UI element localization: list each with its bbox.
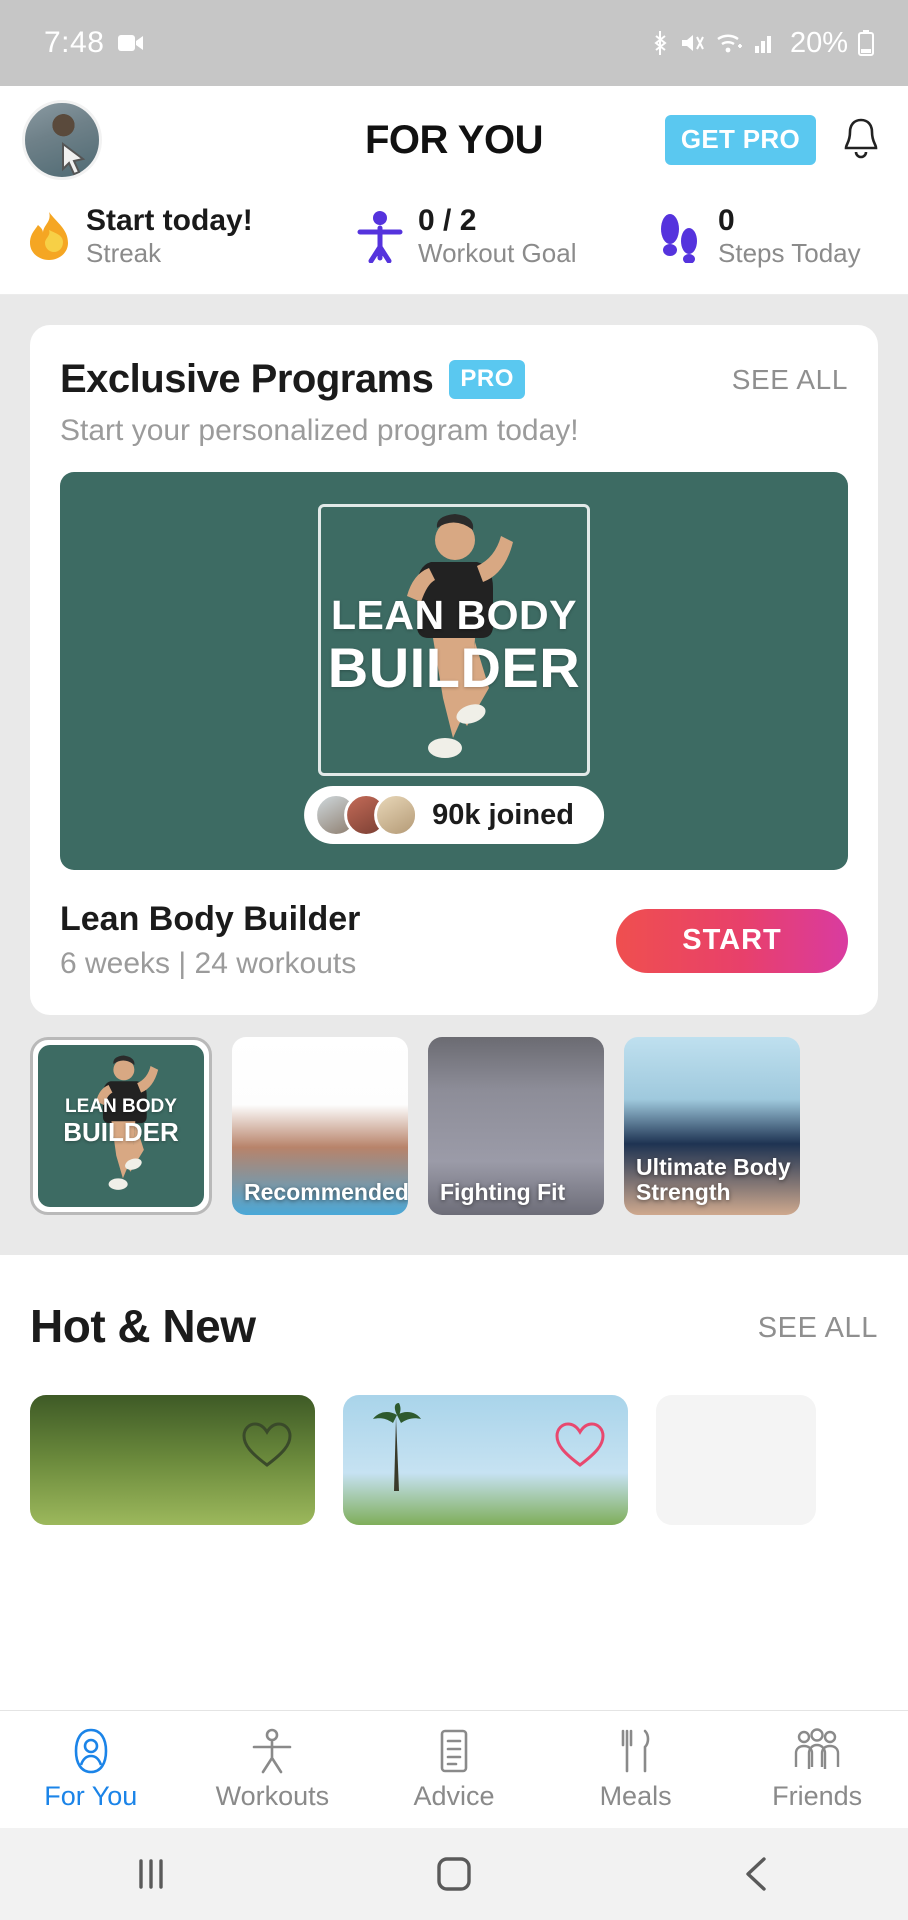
thumbnail-label-line1: LEAN BODY: [65, 1096, 177, 1118]
stat-steps-text: 0 Steps Today: [718, 204, 861, 268]
stat-steps[interactable]: 0 Steps Today: [656, 204, 882, 268]
get-pro-button[interactable]: GET PRO: [664, 115, 816, 165]
stat-label: Streak: [86, 237, 162, 268]
footsteps-icon: [656, 209, 704, 264]
joined-avatar: [374, 793, 419, 838]
stats-row: Start today! Streak 0 / 2 Workout Goal 0…: [0, 194, 908, 296]
start-button[interactable]: START: [616, 908, 848, 973]
home-icon[interactable]: [303, 1855, 606, 1893]
program-name: Lean Body Builder: [60, 900, 361, 939]
stat-value: 0: [718, 204, 735, 237]
thumbnail-label: Fighting Fit: [440, 1179, 566, 1206]
stat-value: 0 / 2: [418, 204, 477, 237]
recents-icon[interactable]: [0, 1857, 303, 1891]
nav-label: Advice: [413, 1781, 495, 1811]
status-time: 7:48: [44, 26, 105, 59]
stat-workout-goal[interactable]: 0 / 2 Workout Goal: [356, 204, 656, 268]
document-lines-icon: [440, 1729, 468, 1773]
notifications-bell-icon[interactable]: [838, 116, 884, 164]
exclusive-subtitle: Start your personalized program today!: [60, 414, 579, 448]
app-screen: 7:48 20% FOR YOU GET PRO Start today! St…: [0, 0, 908, 1920]
stat-streak[interactable]: Start today! Streak: [26, 204, 356, 268]
system-navigation-bar: [0, 1828, 908, 1920]
thumbnail-lean-body-builder[interactable]: LEAN BODY BUILDER: [30, 1037, 212, 1216]
program-thumbnail-strip[interactable]: LEAN BODY BUILDER Recommended Fighting F…: [0, 1015, 908, 1255]
mouse-cursor-icon: [62, 142, 86, 176]
nav-item-advice[interactable]: Advice: [363, 1727, 545, 1812]
nav-item-meals[interactable]: Meals: [545, 1727, 727, 1812]
exclusive-header: Exclusive Programs PRO SEE ALL: [60, 357, 848, 402]
header-actions: GET PRO: [664, 115, 884, 165]
stat-workout-text: 0 / 2 Workout Goal: [418, 204, 576, 268]
hot-and-new-see-all-link[interactable]: SEE ALL: [758, 1312, 878, 1353]
hero-program-label: LEAN BODY BUILDER: [60, 592, 848, 699]
stretching-person-icon: [253, 1728, 292, 1774]
app-header: FOR YOU GET PRO: [0, 86, 908, 194]
thumbnail-recommended[interactable]: Recommended: [232, 1037, 408, 1216]
nav-label: Workouts: [215, 1781, 330, 1811]
hot-new-card[interactable]: [343, 1395, 628, 1526]
mute-icon: [680, 31, 706, 55]
status-bar-right: 20%: [650, 27, 874, 60]
stat-label: Workout Goal: [418, 237, 577, 268]
stat-streak-text: Start today! Streak: [86, 204, 253, 268]
nav-label: For You: [44, 1781, 138, 1811]
pro-badge: PRO: [449, 360, 525, 400]
screen-record-icon: [118, 33, 144, 53]
program-text: Lean Body Builder 6 weeks | 24 workouts: [60, 900, 360, 981]
fork-knife-icon: [621, 1729, 649, 1773]
thumbnail-inner: LEAN BODY BUILDER: [38, 1045, 204, 1208]
thumbnail-label: Ultimate Body Strength: [636, 1153, 791, 1206]
hot-and-new-section: Hot & New SEE ALL: [0, 1255, 908, 1526]
palm-tree-illustration: [373, 1403, 421, 1492]
hot-new-card[interactable]: [30, 1395, 315, 1526]
flame-icon: [26, 210, 72, 262]
nav-item-for-you[interactable]: For You: [0, 1727, 182, 1812]
joined-avatars: [314, 793, 419, 838]
program-summary-row: Lean Body Builder 6 weeks | 24 workouts …: [60, 900, 848, 981]
person-circle-icon: [74, 1728, 108, 1774]
exclusive-title: Exclusive Programs: [60, 357, 434, 402]
favorite-heart-icon[interactable]: [241, 1421, 293, 1469]
back-icon[interactable]: [605, 1855, 908, 1893]
joined-count-label: 90k joined: [432, 798, 574, 831]
thumbnail-label: Recommended: [244, 1179, 408, 1206]
hot-and-new-header: Hot & New SEE ALL: [30, 1299, 878, 1353]
signal-icon: [754, 32, 776, 54]
status-bar-left: 7:48: [44, 26, 144, 60]
thumbnail-label-line2: BUILDER: [63, 1116, 179, 1147]
hot-and-new-title: Hot & New: [30, 1300, 256, 1353]
joined-pill: 90k joined: [304, 786, 604, 845]
bottom-navigation-area: For You Workouts Advice Meals Friends: [0, 1710, 908, 1920]
nav-item-friends[interactable]: Friends: [726, 1727, 908, 1812]
nav-item-workouts[interactable]: Workouts: [182, 1727, 364, 1812]
program-meta: 6 weeks | 24 workouts: [60, 947, 357, 981]
person-stretch-icon: [356, 209, 404, 264]
nav-label: Meals: [599, 1781, 672, 1811]
exclusive-programs-card: Exclusive Programs PRO SEE ALL Start you…: [30, 325, 878, 1016]
content-area: Exclusive Programs PRO SEE ALL Start you…: [0, 295, 908, 1526]
favorite-heart-icon[interactable]: [554, 1421, 606, 1469]
thumbnail-ultimate-body-strength[interactable]: Ultimate Body Strength: [624, 1037, 800, 1216]
battery-icon: [858, 30, 874, 56]
status-bar: 7:48 20%: [0, 0, 908, 86]
hero-program-banner[interactable]: LEAN BODY BUILDER 90k joined: [60, 472, 848, 871]
thumbnail-label: LEAN BODY BUILDER: [38, 1097, 204, 1146]
avatar[interactable]: [22, 100, 102, 180]
stat-label: Steps Today: [718, 237, 861, 268]
hot-new-card[interactable]: [656, 1395, 816, 1526]
bottom-nav-bar: For You Workouts Advice Meals Friends: [0, 1710, 908, 1828]
nav-label: Friends: [772, 1781, 863, 1811]
hot-and-new-cards: [30, 1395, 878, 1526]
exclusive-see-all-link[interactable]: SEE ALL: [732, 364, 848, 396]
people-group-icon: [794, 1728, 840, 1769]
battery-percent: 20%: [789, 26, 848, 59]
stat-value: Start today!: [86, 204, 253, 237]
thumbnail-fighting-fit[interactable]: Fighting Fit: [428, 1037, 604, 1216]
hero-label-line1: LEAN BODY: [331, 592, 577, 639]
wifi-icon: [716, 32, 744, 54]
hero-label-line2: BUILDER: [327, 635, 581, 699]
bluetooth-icon: [650, 30, 670, 56]
